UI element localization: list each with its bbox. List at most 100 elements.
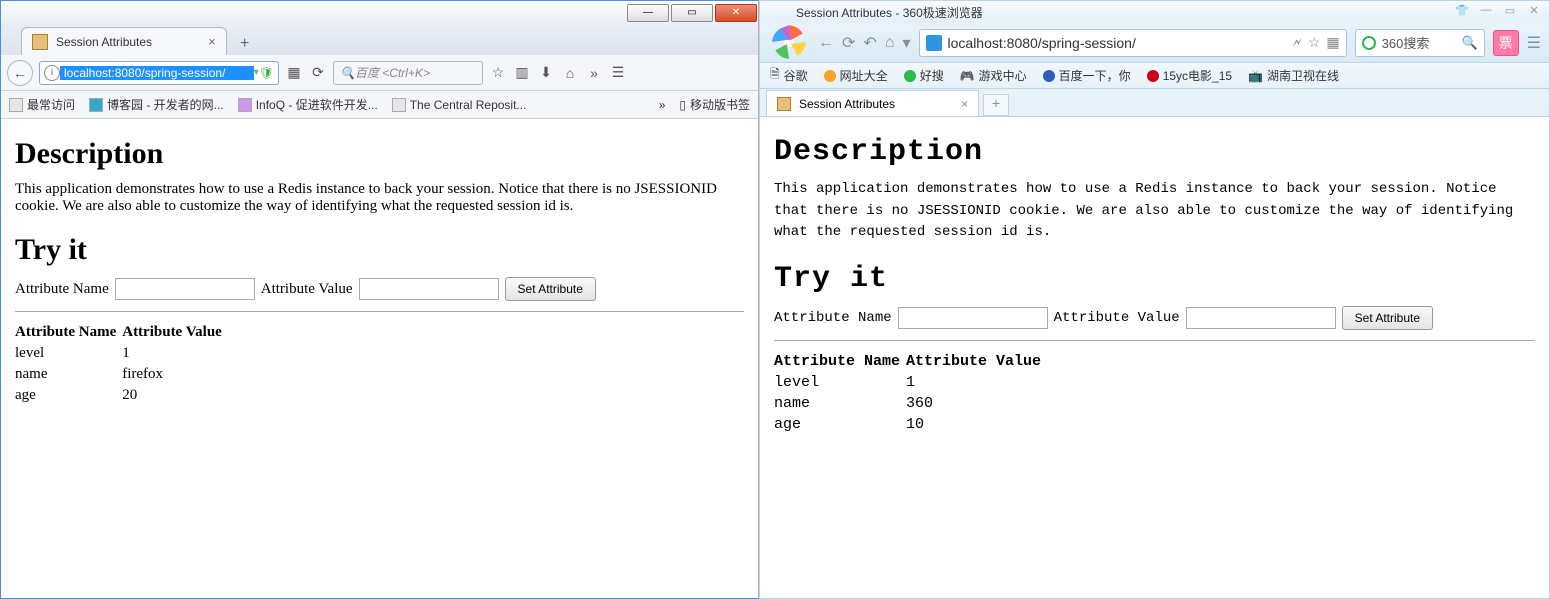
tab-session-attributes[interactable]: Session Attributes × <box>766 90 979 116</box>
bookmark-hunantv[interactable]: 📺湖南卫视在线 <box>1248 67 1339 84</box>
window-maximize-button[interactable]: ▭ <box>671 4 713 22</box>
tab-close-icon[interactable]: × <box>961 97 968 111</box>
bookmark-sites[interactable]: 网址大全 <box>824 67 888 84</box>
downloads-icon[interactable]: ⬇ <box>537 64 555 82</box>
titlebar: ― ▭ ✕ <box>1 1 758 25</box>
heading-description: Description <box>15 137 744 171</box>
new-tab-button[interactable]: + <box>233 35 257 55</box>
label-attr-value: Attribute Value <box>261 281 353 298</box>
bookmark-haosou[interactable]: 好搜 <box>904 67 944 84</box>
input-attr-value[interactable] <box>359 278 499 300</box>
menu-icon[interactable]: ☰ <box>609 64 627 82</box>
window-close-button[interactable]: ✕ <box>715 4 757 22</box>
window-maximize-button[interactable]: ▭ <box>1499 4 1521 20</box>
bookmarks-bar: 最常访问 博客园 - 开发者的网... InfoQ - 促进软件开发... Th… <box>1 91 758 119</box>
back-button[interactable]: ← <box>818 34 834 52</box>
tab-title: Session Attributes <box>799 97 895 111</box>
window-minimize-button[interactable]: ― <box>1475 4 1497 20</box>
baidu-icon <box>1043 70 1055 82</box>
reload-button[interactable]: ⟳ <box>309 64 327 82</box>
url-box[interactable]: i localhost:8080/spring-session/ ▾ 🛡 <box>39 61 279 85</box>
bookmark-baidu[interactable]: 百度一下，你 <box>1043 67 1131 84</box>
qr-icon[interactable]: ▦ <box>285 64 303 82</box>
url-text[interactable]: localhost:8080/spring-session/ <box>60 66 254 80</box>
set-attribute-button[interactable]: Set Attribute <box>1342 306 1433 330</box>
th-value: Attribute Value <box>122 322 228 343</box>
undo-button[interactable]: ↶ <box>863 33 876 53</box>
bookmarks-overflow-icon[interactable]: » <box>659 98 666 112</box>
search-box[interactable]: 360搜索 🔍 <box>1355 29 1485 57</box>
bookmark-google[interactable]: 🗎谷歌 <box>770 65 808 86</box>
page-content: Description This application demonstrate… <box>1 119 758 598</box>
th-name: Attribute Name <box>15 322 122 343</box>
flash-icon[interactable]: 🗲 <box>1293 34 1302 51</box>
window-minimize-button[interactable]: ― <box>627 4 669 22</box>
input-attr-value[interactable] <box>1186 307 1336 329</box>
mobile-bookmarks[interactable]: ▯移动版书签 <box>679 96 750 113</box>
attributes-table: Attribute NameAttribute Value level1 nam… <box>15 322 228 406</box>
tab-strip: Session Attributes × + <box>760 89 1549 117</box>
skin-button[interactable]: 👕 <box>1451 4 1473 20</box>
dropdown-icon[interactable]: ▾ <box>902 33 910 53</box>
heading-description: Description <box>774 135 1535 169</box>
mobile-icon: ▯ <box>679 98 686 112</box>
overflow-icon[interactable]: » <box>585 64 603 82</box>
shield-icon: 🛡 <box>259 66 274 80</box>
site-info-icon[interactable]: i <box>44 65 60 81</box>
bookmark-central[interactable]: The Central Reposit... <box>392 98 527 112</box>
url-box[interactable]: localhost:8080/spring-session/ 🗲 ☆ ▦ <box>919 29 1347 57</box>
bookmark-infoq[interactable]: InfoQ - 促进软件开发... <box>238 96 378 113</box>
set-attribute-button[interactable]: Set Attribute <box>505 277 596 301</box>
home-button[interactable]: ⌂ <box>885 34 895 52</box>
nav-toolbar: ← i localhost:8080/spring-session/ ▾ 🛡 ▦… <box>1 55 758 91</box>
home-icon[interactable]: ⌂ <box>561 64 579 82</box>
page-icon: 🗎 <box>770 65 780 86</box>
input-attr-name[interactable] <box>115 278 255 300</box>
description-paragraph: This application demonstrates how to use… <box>15 181 744 215</box>
haosou-icon <box>904 70 916 82</box>
bookmark-star-icon[interactable]: ☆ <box>489 64 507 82</box>
window-close-button[interactable]: ✕ <box>1523 4 1545 20</box>
bookmark-15yc[interactable]: 15yc电影_15 <box>1147 67 1232 84</box>
divider <box>15 311 744 312</box>
menu-icon[interactable]: ☰ <box>1527 33 1541 53</box>
input-attr-name[interactable] <box>898 307 1048 329</box>
table-row: level1 <box>774 372 1047 393</box>
search-icon[interactable]: 🔍 <box>1461 35 1477 51</box>
tab-title: Session Attributes <box>56 35 152 49</box>
bookmark-games[interactable]: 🎮游戏中心 <box>960 67 1027 84</box>
star-icon[interactable]: ☆ <box>1308 34 1321 51</box>
favicon-icon <box>32 34 48 50</box>
library-icon[interactable]: ▥ <box>513 64 531 82</box>
attributes-table: Attribute NameAttribute Value level1 nam… <box>774 351 1047 435</box>
tab-strip: Session Attributes × + <box>1 25 758 55</box>
360-browser-window: Session Attributes - 360极速浏览器 👕 ― ▭ ✕ ← … <box>759 0 1550 599</box>
ticket-button[interactable]: 票 <box>1493 30 1519 56</box>
table-row: age20 <box>15 385 228 406</box>
shield-icon <box>926 35 942 51</box>
bookmark-icon <box>89 98 103 112</box>
tab-session-attributes[interactable]: Session Attributes × <box>21 27 227 55</box>
reload-button[interactable]: ⟳ <box>842 33 855 53</box>
bookmark-most-visited[interactable]: 最常访问 <box>9 96 75 113</box>
table-row: age10 <box>774 414 1047 435</box>
tab-close-icon[interactable]: × <box>208 34 216 49</box>
bookmarks-bar: 🗎谷歌 网址大全 好搜 🎮游戏中心 百度一下，你 15yc电影_15 📺湖南卫视… <box>760 63 1549 89</box>
table-row: level1 <box>15 343 228 364</box>
url-text[interactable]: localhost:8080/spring-session/ <box>948 35 1287 51</box>
bookmark-icon <box>392 98 406 112</box>
qr-icon[interactable]: ▦ <box>1326 34 1339 51</box>
th-name: Attribute Name <box>774 351 906 372</box>
label-attr-value: Attribute Value <box>1054 310 1180 326</box>
bookmark-icon <box>238 98 252 112</box>
th-value: Attribute Value <box>906 351 1047 372</box>
attribute-form: Attribute Name Attribute Value Set Attri… <box>15 277 744 301</box>
search-box[interactable]: 🔍 百度 <Ctrl+K> <box>333 61 483 85</box>
search-icon: 🔍 <box>340 66 355 80</box>
back-button[interactable]: ← <box>7 60 33 86</box>
bookmark-cnblogs[interactable]: 博客园 - 开发者的网... <box>89 96 224 113</box>
new-tab-button[interactable]: + <box>983 94 1009 116</box>
titlebar: Session Attributes - 360极速浏览器 👕 ― ▭ ✕ <box>760 1 1549 23</box>
tv-icon: 📺 <box>1248 69 1263 83</box>
movie-icon <box>1147 70 1159 82</box>
